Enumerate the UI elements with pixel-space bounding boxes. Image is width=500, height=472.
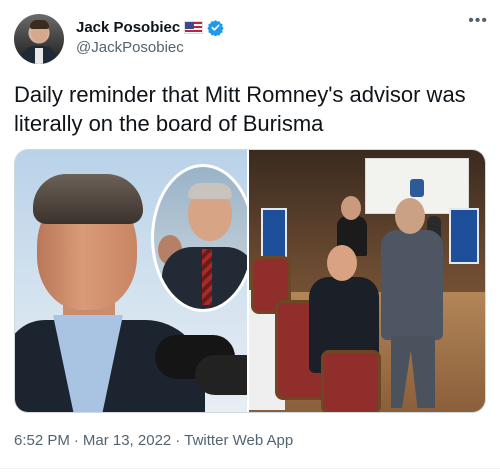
inset-tie xyxy=(202,249,212,305)
divider xyxy=(0,468,500,469)
crest-icon xyxy=(410,179,425,197)
more-options-icon[interactable]: ••• xyxy=(468,12,488,30)
photo-right[interactable] xyxy=(249,150,485,412)
inset-hair xyxy=(188,183,232,199)
photo-left-hair xyxy=(33,174,143,224)
avatar[interactable] xyxy=(14,14,64,64)
tweet-date[interactable]: Mar 13, 2022 xyxy=(83,432,171,449)
chair-front xyxy=(321,350,382,412)
author-display-name[interactable]: Jack Posobiec xyxy=(76,19,180,36)
tweet-text: Daily reminder that Mitt Romney's adviso… xyxy=(14,82,466,136)
person-standing xyxy=(381,198,447,408)
banner-right xyxy=(449,208,480,264)
photo-left[interactable] xyxy=(15,150,248,412)
microphone-icon-2 xyxy=(195,355,248,395)
author-handle[interactable]: @JackPosobiec xyxy=(76,39,184,56)
us-flag-icon xyxy=(184,21,204,34)
avatar-hair xyxy=(30,20,49,29)
tweet-source[interactable]: Twitter Web App xyxy=(184,432,293,449)
avatar-shirt xyxy=(35,48,43,64)
author-name-row: Jack Posobiec xyxy=(76,19,224,36)
tweet-meta: 6:52 PM · Mar 13, 2022 · Twitter Web App xyxy=(14,432,293,449)
tweet-time[interactable]: 6:52 PM xyxy=(14,432,70,449)
meta-separator: · xyxy=(175,432,181,449)
verified-badge-icon xyxy=(207,19,224,36)
photo-inset-circle xyxy=(151,164,248,312)
media-grid xyxy=(14,149,486,413)
tweet-card: Jack Posobiec @JackPosobiec ••• Daily re… xyxy=(0,0,500,472)
meta-separator: · xyxy=(73,432,79,449)
